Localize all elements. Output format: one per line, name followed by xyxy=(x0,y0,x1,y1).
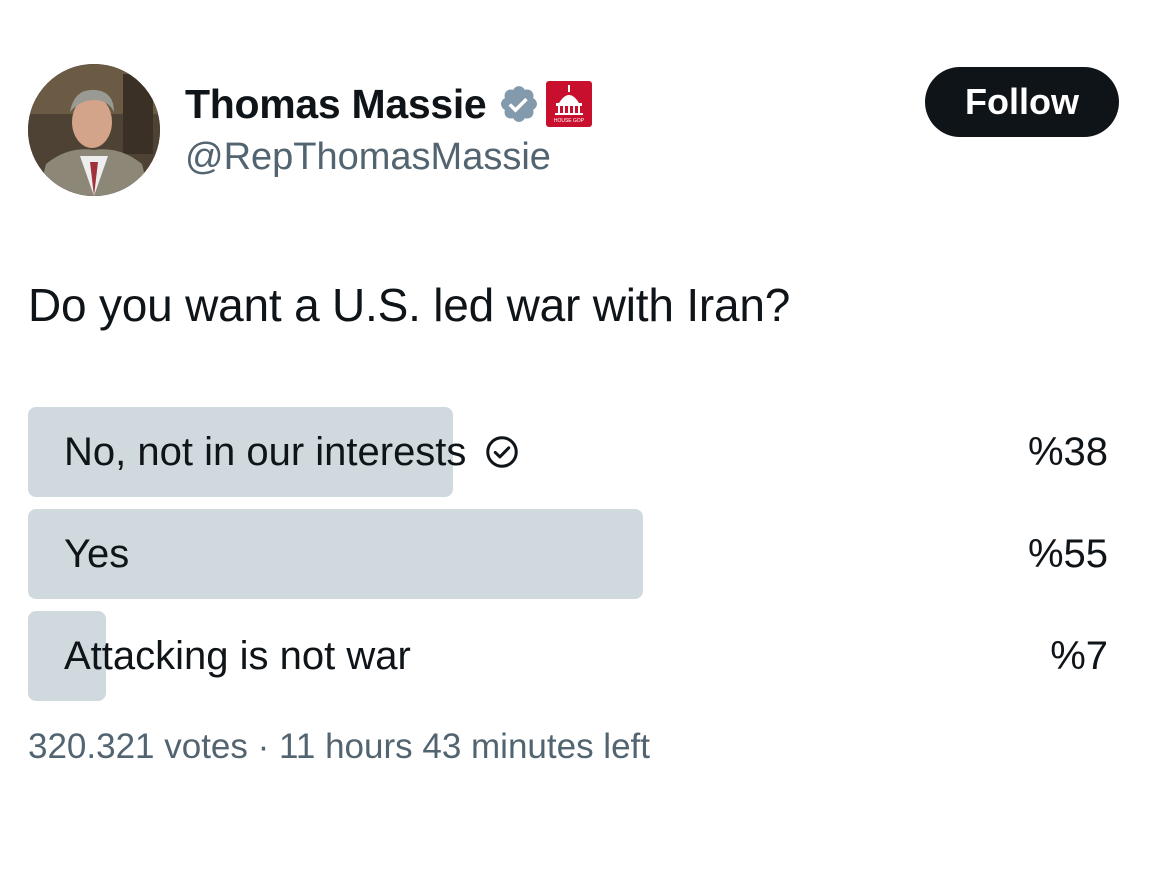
follow-button[interactable]: Follow xyxy=(925,67,1119,137)
verified-badge-icon[interactable] xyxy=(498,83,540,125)
poll-meta: 320.321 votes · 11 hours 43 minutes left xyxy=(28,727,650,767)
post-text: Do you want a U.S. led war with Iran? xyxy=(28,279,791,331)
poll-time-left: 11 hours 43 minutes left xyxy=(279,727,650,766)
capitol-dome-icon: HOUSE GOP xyxy=(554,85,585,124)
author-block: Thomas Massie HOUSE GOP @RepThomasMassie xyxy=(185,80,593,179)
poll-option-label: Yes xyxy=(64,531,130,576)
poll-option-label-row: No, not in our interests xyxy=(64,407,520,497)
poll-option: Attacking is not war %7 xyxy=(28,611,1108,701)
poll-option-label-row: Attacking is not war xyxy=(64,611,411,701)
avatar[interactable] xyxy=(28,64,160,196)
author-handle[interactable]: @RepThomasMassie xyxy=(185,136,592,179)
poll-option-percent: %55 xyxy=(1027,531,1108,576)
avatar-photo xyxy=(28,64,160,196)
poll-option-label-row: Yes xyxy=(64,509,129,599)
selected-check-icon xyxy=(486,436,519,468)
poll: No, not in our interests %38 Yes %55 Att… xyxy=(28,407,1108,713)
meta-separator: · xyxy=(257,727,270,766)
poll-option: Yes %55 xyxy=(28,509,1108,599)
house-gop-badge-icon[interactable]: HOUSE GOP xyxy=(546,81,593,127)
poll-option-percent: %7 xyxy=(1050,633,1108,678)
poll-vote-count: 320.321 votes xyxy=(28,727,248,766)
gop-badge-text: HOUSE GOP xyxy=(554,118,585,124)
poll-option-label: No, not in our interests xyxy=(64,429,467,474)
post-header: Thomas Massie HOUSE GOP @RepThomasMassie… xyxy=(28,64,1119,198)
author-name[interactable]: Thomas Massie xyxy=(185,81,487,128)
poll-option-label: Attacking is not war xyxy=(64,633,411,678)
poll-option-percent: %38 xyxy=(1027,429,1108,474)
poll-option: No, not in our interests %38 xyxy=(28,407,1108,497)
